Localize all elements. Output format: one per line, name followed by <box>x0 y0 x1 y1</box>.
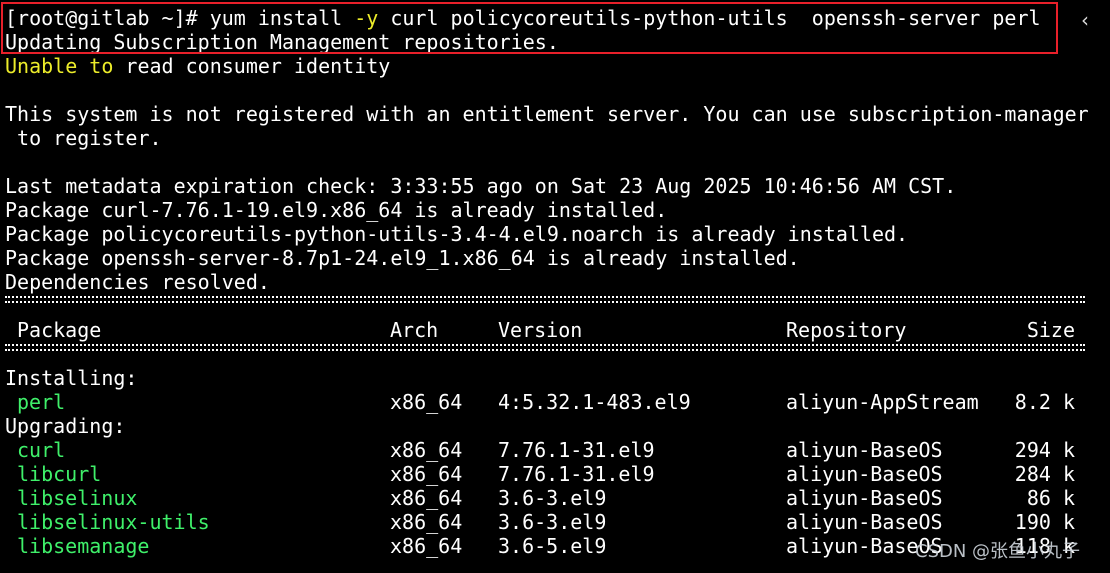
table-cell: Package <box>17 318 102 342</box>
table-cell: 190 k <box>1014 510 1075 534</box>
table-cell: libselinux <box>17 486 138 510</box>
table-cell: x86_64 <box>390 534 463 558</box>
table-cell: x86_64 <box>390 486 463 510</box>
terminal-text-segment: Updating Subscription Management reposit… <box>5 30 559 54</box>
table-cell: Installing: <box>5 366 138 390</box>
chevron-left-icon[interactable]: ‹ <box>1081 10 1095 34</box>
table-cell: 3.6-3.el9 <box>498 486 607 510</box>
terminal-text-segment: [root@gitlab ~]# yum install <box>5 6 355 30</box>
terminal-line: Package openssh-server-8.7p1-24.el9_1.x8… <box>5 246 800 270</box>
table-cell: x86_64 <box>390 390 463 414</box>
terminal-text-segment: This system is not registered with an en… <box>5 102 1089 126</box>
table-cell: 3.6-5.el9 <box>498 534 607 558</box>
table-cell: 7.76.1-31.el9 <box>498 438 655 462</box>
table-cell: Arch <box>390 318 439 342</box>
table-cell: perl <box>17 390 66 414</box>
table-cell: libcurl <box>17 462 102 486</box>
terminal-line: Updating Subscription Management reposit… <box>5 30 559 54</box>
terminal-text-segment: Unable <box>5 54 78 78</box>
table-cell: 8.2 k <box>1014 390 1075 414</box>
terminal-window[interactable]: [root@gitlab ~]# yum install -y curl pol… <box>0 0 1110 573</box>
table-cell: x86_64 <box>390 438 463 462</box>
terminal-text-segment: Package curl-7.76.1-19.el9.x86_64 is alr… <box>5 198 668 222</box>
table-cell: aliyun-BaseOS <box>786 438 943 462</box>
terminal-line: Package policycoreutils-python-utils-3.4… <box>5 222 908 246</box>
table-separator <box>5 344 1085 346</box>
terminal-line: Dependencies resolved. <box>5 270 270 294</box>
terminal-text-segment: Package openssh-server-8.7p1-24.el9_1.x8… <box>5 246 800 270</box>
terminal-line: Unable to read consumer identity <box>5 54 390 78</box>
table-cell: Upgrading: <box>5 414 126 438</box>
terminal-line: [root@gitlab ~]# yum install -y curl pol… <box>5 6 1041 30</box>
table-separator <box>5 296 1085 298</box>
table-cell: libsemanage <box>17 534 150 558</box>
table-cell: Version <box>498 318 583 342</box>
watermark: CSDN @张鱼小丸子 <box>915 541 1081 562</box>
table-cell: 7.76.1-31.el9 <box>498 462 655 486</box>
terminal-line: to register. <box>5 126 162 150</box>
table-cell: aliyun-AppStream <box>786 390 979 414</box>
table-cell: aliyun-BaseOS <box>786 510 943 534</box>
table-cell: x86_64 <box>390 510 463 534</box>
table-cell: Repository <box>786 318 907 342</box>
terminal-text-segment: curl policycoreutils-python-utils openss… <box>378 6 1041 30</box>
table-cell: 4:5.32.1-483.el9 <box>498 390 691 414</box>
terminal-line: This system is not registered with an en… <box>5 102 1089 126</box>
table-cell: aliyun-BaseOS <box>786 462 943 486</box>
terminal-text-segment: Package policycoreutils-python-utils-3.4… <box>5 222 909 246</box>
table-cell: 3.6-3.el9 <box>498 510 607 534</box>
terminal-line: Package curl-7.76.1-19.el9.x86_64 is alr… <box>5 198 667 222</box>
terminal-text-segment: to register. <box>5 126 162 150</box>
terminal-text-segment: read consumer identity <box>113 54 391 78</box>
table-cell: 294 k <box>1014 438 1075 462</box>
table-cell: 86 k <box>1026 486 1075 510</box>
table-cell: Size <box>1026 318 1075 342</box>
terminal-text-segment: Dependencies resolved. <box>5 270 270 294</box>
table-cell: aliyun-BaseOS <box>786 486 943 510</box>
terminal-text-segment: -y <box>354 6 379 30</box>
table-cell: x86_64 <box>390 462 463 486</box>
table-cell: curl <box>17 438 66 462</box>
terminal-line: Last metadata expiration check: 3:33:55 … <box>5 174 956 198</box>
table-cell: 284 k <box>1014 462 1075 486</box>
table-separator <box>5 301 1085 303</box>
terminal-text-segment: Last metadata expiration check: 3:33:55 … <box>5 174 957 198</box>
table-separator <box>5 349 1085 351</box>
terminal-text-segment: to <box>89 54 114 78</box>
table-cell: libselinux-utils <box>17 510 210 534</box>
